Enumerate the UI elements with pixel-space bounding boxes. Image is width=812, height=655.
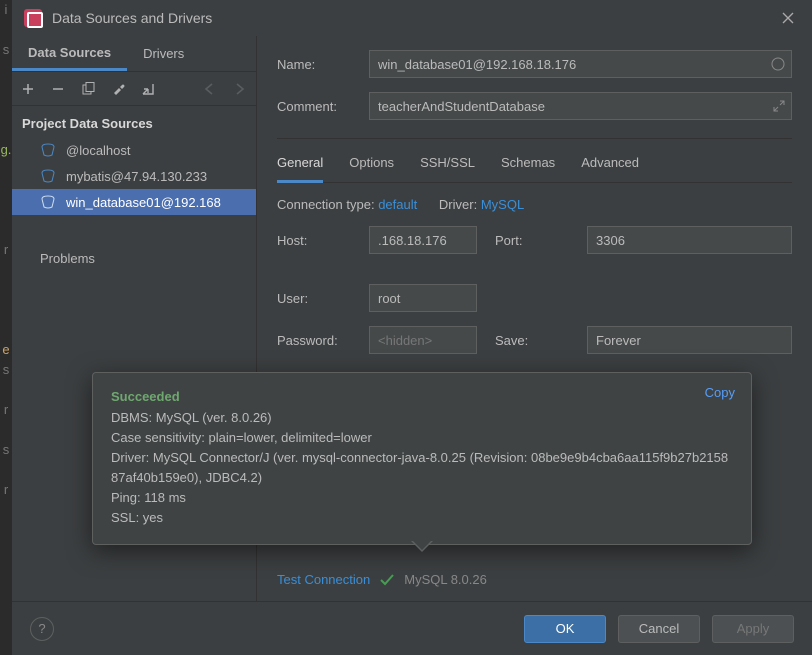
tab-label: Schemas [501, 155, 555, 170]
cancel-button[interactable]: Cancel [618, 615, 700, 643]
comment-value: teacherAndStudentDatabase [378, 99, 545, 114]
user-input[interactable]: root [369, 284, 477, 312]
config-tabs: General Options SSH/SSL Schemas Advanced [277, 149, 792, 183]
tab-advanced[interactable]: Advanced [581, 149, 639, 182]
status-text: Succeeded [111, 389, 733, 404]
back-button[interactable] [202, 81, 218, 97]
tab-general[interactable]: General [277, 149, 323, 183]
tab-label: Advanced [581, 155, 639, 170]
connection-info: Connection type: default Driver: MySQL [277, 197, 792, 212]
section-header: Project Data Sources [12, 110, 256, 137]
copy-button[interactable] [80, 81, 96, 97]
title-bar: Data Sources and Drivers [12, 0, 812, 36]
data-source-item[interactable]: win_database01@192.168 [12, 189, 256, 215]
separator [277, 138, 792, 139]
check-icon [380, 574, 394, 586]
button-label: OK [556, 621, 575, 636]
database-icon [40, 143, 58, 157]
connection-type-link[interactable]: default [378, 197, 417, 212]
popup-line: DBMS: MySQL (ver. 8.0.26) [111, 408, 733, 428]
data-source-item[interactable]: @localhost [12, 137, 256, 163]
tab-label: SSH/SSL [420, 155, 475, 170]
comment-label: Comment: [277, 99, 369, 114]
driver-label: Driver: [439, 197, 477, 212]
save-select[interactable]: Forever [587, 326, 792, 354]
data-source-item[interactable]: mybatis@47.94.130.233 [12, 163, 256, 189]
tab-schemas[interactable]: Schemas [501, 149, 555, 182]
button-label: Apply [737, 621, 770, 636]
editor-gutter: i s g. r es r s r [0, 0, 12, 655]
data-sources-dialog: Data Sources and Drivers Data Sources Dr… [12, 0, 812, 655]
close-icon [782, 12, 794, 24]
tab-data-sources[interactable]: Data Sources [12, 36, 127, 71]
ok-button[interactable]: OK [524, 615, 606, 643]
data-source-label: mybatis@47.94.130.233 [66, 169, 207, 184]
tab-label: General [277, 155, 323, 170]
dialog-footer: ? OK Cancel Apply [12, 601, 812, 655]
test-result-popup: Copy Succeeded DBMS: MySQL (ver. 8.0.26)… [92, 372, 752, 545]
name-input[interactable]: win_database01@192.168.18.176 [369, 50, 792, 78]
password-input[interactable]: <hidden> [369, 326, 477, 354]
sidebar-tabs: Data Sources Drivers [12, 36, 256, 72]
settings-button[interactable] [110, 81, 126, 97]
port-label: Port: [495, 233, 587, 248]
host-label: Host: [277, 233, 369, 248]
test-connection-row: Test Connection MySQL 8.0.26 [277, 560, 792, 601]
sidebar-toolbar [12, 72, 256, 106]
button-label: Cancel [639, 621, 679, 636]
host-value: .168.18.176 [378, 233, 447, 248]
popup-line: SSL: yes [111, 508, 733, 528]
tab-label: Drivers [143, 46, 184, 61]
host-input[interactable]: .168.18.176 [369, 226, 477, 254]
password-label: Password: [277, 333, 369, 348]
popup-line: Ping: 118 ms [111, 488, 733, 508]
test-connection-link[interactable]: Test Connection [277, 572, 370, 587]
popup-line: Driver: MySQL Connector/J (ver. mysql-co… [111, 448, 733, 488]
window-title: Data Sources and Drivers [52, 10, 776, 26]
tab-options[interactable]: Options [349, 149, 394, 182]
tab-label: Options [349, 155, 394, 170]
tab-drivers[interactable]: Drivers [127, 36, 200, 71]
tab-ssh-ssl[interactable]: SSH/SSL [420, 149, 475, 182]
reset-color-icon[interactable] [771, 57, 785, 71]
problems-item[interactable]: Problems [12, 245, 256, 271]
add-button[interactable] [20, 81, 36, 97]
apply-button[interactable]: Apply [712, 615, 794, 643]
port-value: 3306 [596, 233, 625, 248]
remove-button[interactable] [50, 81, 66, 97]
expand-icon[interactable] [773, 100, 785, 112]
popup-line: Case sensitivity: plain=lower, delimited… [111, 428, 733, 448]
tab-label: Data Sources [28, 45, 111, 60]
name-label: Name: [277, 57, 369, 72]
driver-link[interactable]: MySQL [481, 197, 524, 212]
connection-type-label: Connection type: [277, 197, 375, 212]
save-value: Forever [596, 333, 641, 348]
close-button[interactable] [776, 6, 800, 30]
port-input[interactable]: 3306 [587, 226, 792, 254]
database-icon [40, 195, 58, 209]
save-label: Save: [495, 333, 587, 348]
data-source-label: @localhost [66, 143, 131, 158]
app-icon [24, 9, 42, 27]
comment-input[interactable]: teacherAndStudentDatabase [369, 92, 792, 120]
user-value: root [378, 291, 400, 306]
problems-label: Problems [40, 251, 95, 266]
user-label: User: [277, 291, 369, 306]
forward-button[interactable] [232, 81, 248, 97]
make-global-button[interactable] [140, 81, 156, 97]
name-value: win_database01@192.168.18.176 [378, 57, 576, 72]
data-source-label: win_database01@192.168 [66, 195, 221, 210]
password-placeholder: <hidden> [378, 333, 432, 348]
copy-link[interactable]: Copy [705, 385, 735, 400]
driver-version: MySQL 8.0.26 [404, 572, 487, 587]
database-icon [40, 169, 58, 183]
help-button[interactable]: ? [30, 617, 54, 641]
